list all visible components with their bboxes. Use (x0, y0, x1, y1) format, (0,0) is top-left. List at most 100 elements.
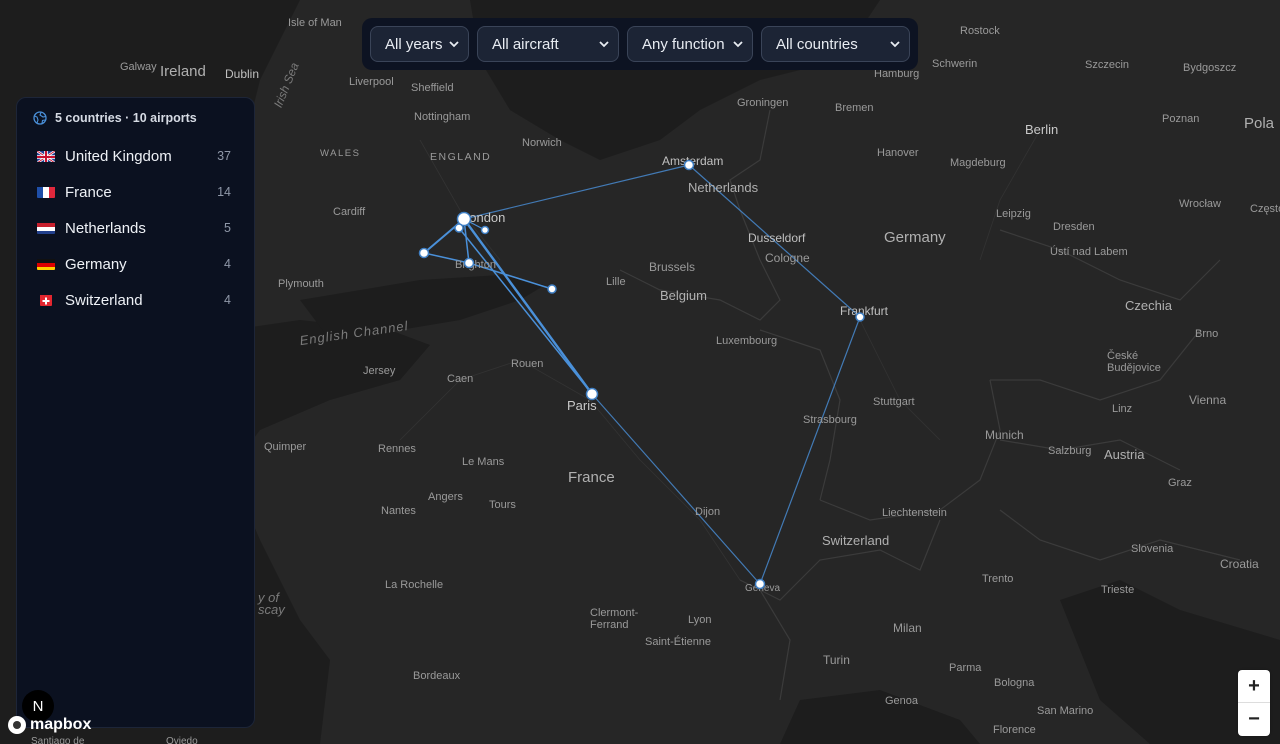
airport-brighton[interactable] (463, 257, 475, 269)
globe-icon (33, 111, 47, 125)
country-name: United Kingdom (65, 147, 172, 165)
label-czesto: Często (1250, 203, 1280, 215)
country-count: 4 (224, 293, 231, 307)
country-name: Switzerland (65, 291, 143, 309)
label-leipzig: Leipzig (996, 208, 1031, 220)
label-cardiff: Cardiff (333, 206, 366, 218)
airport-amsterdam[interactable] (683, 159, 695, 171)
label-salzburg: Salzburg (1048, 445, 1091, 457)
country-row-united-kingdom[interactable]: United Kingdom 37 (17, 138, 254, 174)
label-england: ENGLAND (430, 151, 491, 163)
label-rouen: Rouen (511, 358, 543, 370)
label-jersey: Jersey (363, 365, 396, 377)
zoom-out-button[interactable]: − (1238, 703, 1270, 735)
label-netherlands: Netherlands (688, 180, 759, 195)
country-name: Germany (65, 255, 127, 273)
countries-select-value: All countries (776, 35, 858, 53)
panel-summary: 5 countries · 10 airports (55, 111, 197, 125)
label-france: France (568, 469, 615, 486)
country-panel: 5 countries · 10 airports United Kingdom… (16, 97, 255, 728)
label-oviedo: Oviedo (166, 736, 198, 744)
country-count: 37 (217, 149, 231, 163)
mapbox-logo-icon (8, 716, 26, 734)
country-row-switzerland[interactable]: Switzerland 4 (17, 282, 254, 318)
label-poznan: Poznan (1162, 113, 1199, 125)
label-angers: Angers (428, 491, 463, 503)
route-paris-geneva (591, 393, 761, 585)
airport-exeter[interactable] (418, 247, 430, 259)
label-sheffield: Sheffield (411, 82, 454, 94)
chevron-down-icon (599, 41, 609, 48)
label-trieste: Trieste (1101, 584, 1134, 596)
switzerland-flag-icon (40, 294, 52, 306)
label-stuttgart: Stuttgart (873, 396, 915, 408)
label-quimper: Quimper (264, 441, 307, 453)
label-irish-sea: Irish Sea (271, 60, 302, 109)
label-brno: Brno (1195, 328, 1218, 340)
airport-heathrow[interactable] (454, 223, 464, 233)
label-lille: Lille (606, 276, 626, 288)
label-berlin: Berlin (1025, 122, 1058, 137)
airport-frankfurt[interactable] (855, 312, 865, 322)
label-pola: Pola (1244, 115, 1275, 132)
years-select[interactable]: All years (370, 26, 469, 62)
chevron-down-icon (449, 41, 459, 48)
label-ceske: České Budějovice (1107, 349, 1161, 374)
label-rostock: Rostock (960, 25, 1000, 37)
label-rennes: Rennes (378, 443, 416, 455)
airport-geneva[interactable] (754, 578, 766, 590)
label-plymouth: Plymouth (278, 278, 324, 290)
label-norwich: Norwich (522, 137, 562, 149)
chevron-down-icon (890, 41, 900, 48)
country-name: Netherlands (65, 219, 146, 237)
label-liechtenstein: Liechtenstein (882, 507, 947, 519)
label-bordeaux: Bordeaux (413, 670, 461, 682)
netherlands-flag-icon (37, 222, 55, 234)
label-turin: Turin (823, 653, 850, 667)
label-wales: WALES (320, 148, 360, 159)
label-munich: Munich (985, 428, 1024, 442)
label-san-marino: San Marino (1037, 705, 1093, 717)
label-szczecin: Szczecin (1085, 59, 1129, 71)
label-nantes: Nantes (381, 505, 416, 517)
country-row-germany[interactable]: Germany 4 (17, 246, 254, 282)
label-bologna: Bologna (994, 677, 1035, 689)
flight-routes (423, 164, 861, 585)
country-row-netherlands[interactable]: Netherlands 5 (17, 210, 254, 246)
label-dublin: Dublin (225, 67, 259, 81)
label-caen: Caen (447, 373, 473, 385)
label-cologne: Cologne (765, 251, 810, 265)
airport-lille[interactable] (547, 284, 557, 294)
mapbox-logo[interactable]: mapbox (8, 716, 91, 734)
label-galway: Galway (120, 61, 157, 73)
filter-bar: All years All aircraft Any function All … (362, 18, 918, 70)
label-switzerland: Switzerland (822, 533, 889, 548)
label-luxembourg: Luxembourg (716, 335, 777, 347)
label-brighton: Brighton (455, 259, 496, 271)
label-la-rochelle: La Rochelle (385, 579, 443, 591)
zoom-in-button[interactable]: + (1238, 670, 1270, 702)
countries-select[interactable]: All countries (761, 26, 910, 62)
label-czechia: Czechia (1125, 298, 1173, 313)
france-flag-icon (37, 186, 55, 198)
uk-flag-icon (37, 150, 55, 162)
label-tours: Tours (489, 499, 516, 511)
aircraft-select[interactable]: All aircraft (477, 26, 619, 62)
years-select-value: All years (385, 35, 443, 53)
label-trento: Trento (982, 573, 1013, 585)
label-isle-of-man: Isle of Man (288, 17, 342, 29)
label-linz: Linz (1112, 403, 1132, 415)
label-saint-etienne: Saint-Étienne (645, 635, 711, 648)
label-magdeburg: Magdeburg (950, 157, 1006, 169)
label-nottingham: Nottingham (414, 111, 470, 123)
label-parma: Parma (949, 662, 982, 674)
airport-gatwick[interactable] (480, 225, 490, 235)
function-select[interactable]: Any function (627, 26, 753, 62)
airport-paris[interactable] (585, 387, 599, 401)
country-row-france[interactable]: France 14 (17, 174, 254, 210)
country-count: 14 (217, 185, 231, 199)
label-dusseldorf: Dusseldorf (748, 231, 806, 245)
zoom-control: + − (1238, 670, 1270, 736)
label-liverpool: Liverpool (349, 76, 394, 88)
label-wroclaw: Wrocław (1179, 198, 1221, 210)
